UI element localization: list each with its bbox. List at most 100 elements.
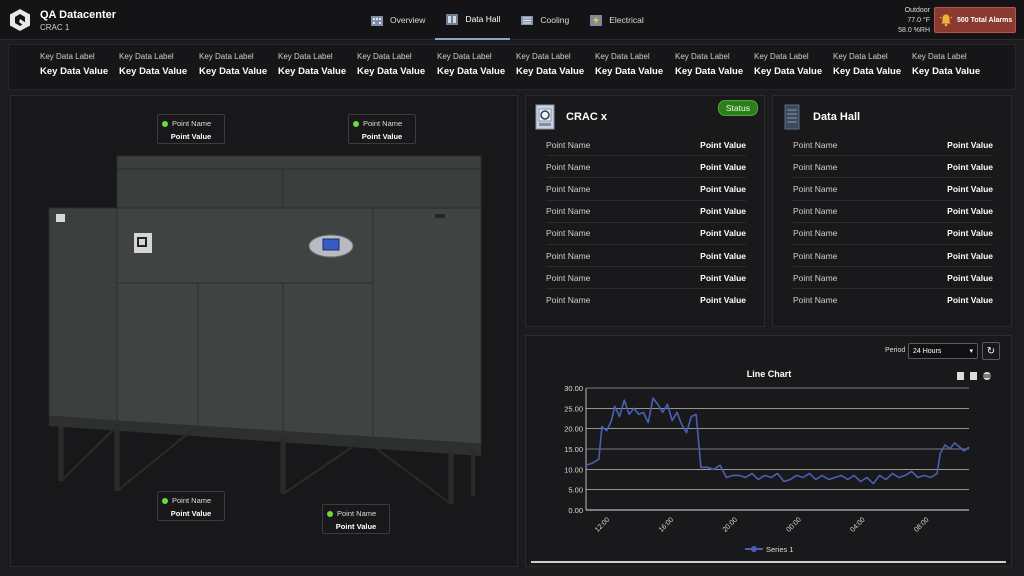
list-item: Point Name Point Value: [546, 134, 746, 157]
alarm-bell-icon: [939, 14, 953, 27]
kpi-item: Key Data Label Key Data Value: [278, 52, 356, 77]
crac-card-title: CRAC x: [566, 111, 607, 123]
callout-point-name: Point Name: [172, 119, 212, 128]
tab-cooling-label: Cooling: [540, 15, 570, 25]
crac-unit-illustration: [48, 155, 482, 505]
x-tick-label: 12:00: [594, 516, 611, 533]
point-name: Point Name: [793, 206, 838, 217]
point-value: Point Value: [700, 139, 746, 150]
y-tick-label: 25.00: [564, 404, 583, 413]
point-value: Point Value: [700, 183, 746, 194]
callout-point-value: Point Value: [170, 132, 212, 141]
y-tick-label: 15.00: [564, 445, 583, 454]
tab-cooling[interactable]: Cooling: [510, 0, 579, 40]
chart-title: Line Chart: [747, 369, 792, 379]
point-name: Point Name: [793, 250, 838, 261]
kpi-value: Key Data Value: [119, 66, 188, 77]
data-hall-point-list: Point Name Point Value Point Name Point Va…: [793, 134, 993, 312]
point-value: Point Value: [700, 295, 746, 306]
kpi-value: Key Data Value: [437, 66, 506, 77]
outdoor-weather: Outdoor 77.0 °F 58.0 %RH: [898, 6, 930, 36]
list-item: Point Name Point Value: [793, 178, 993, 201]
tab-electrical-label: Electrical: [609, 15, 644, 25]
callout-point-value: Point Value: [170, 509, 212, 518]
kpi-label: Key Data Label: [833, 52, 888, 61]
list-item: Point Name Point Value: [793, 134, 993, 157]
point-callout[interactable]: Point Name Point Value: [157, 114, 225, 144]
point-value: Point Value: [947, 139, 993, 150]
kpi-value: Key Data Value: [675, 66, 744, 77]
point-name: Point Name: [546, 295, 591, 306]
point-name: Point Name: [546, 139, 591, 150]
point-value: Point Value: [700, 161, 746, 172]
export-icon[interactable]: [970, 372, 977, 380]
data-hall-card-header: Data Hall: [781, 102, 860, 132]
list-item: Point Name Point Value: [546, 289, 746, 311]
point-name: Point Name: [546, 206, 591, 217]
line-chart: Line Chart 0.00 5.00 10.00 15.00 20.00 25.00 3…: [564, 369, 991, 554]
kpi-value: Key Data Value: [833, 66, 902, 77]
kpi-value: Key Data Value: [278, 66, 347, 77]
point-name: Point Name: [793, 139, 838, 150]
period-label: Period: [885, 347, 906, 354]
point-name: Point Name: [793, 183, 838, 194]
kpi-item: Key Data Label Key Data Value: [357, 52, 435, 77]
crac-point-list: Point Name Point Value Point Name Point Va…: [546, 134, 746, 312]
period-select[interactable]: 24 Hours ▾: [908, 343, 978, 359]
total-alarms-label: 500 Total Alarms: [957, 16, 1013, 24]
tab-data-hall[interactable]: Data Hall: [435, 0, 511, 40]
point-name: Point Name: [546, 161, 591, 172]
callout-point-name: Point Name: [172, 496, 212, 505]
kpi-item: Key Data Label Key Data Value: [516, 52, 594, 77]
point-value: Point Value: [947, 161, 993, 172]
list-item: Point Name Point Value: [793, 245, 993, 268]
point-value: Point Value: [947, 272, 993, 283]
point-name: Point Name: [793, 295, 838, 306]
refresh-button[interactable]: ↻: [982, 342, 1000, 360]
kpi-item: Key Data Label Key Data Value: [199, 52, 277, 77]
weather-label: Outdoor: [904, 7, 930, 14]
kpi-label: Key Data Label: [278, 52, 333, 61]
electrical-icon: [590, 15, 603, 26]
chart-toolbar: [957, 372, 991, 380]
list-item: Point Name Point Value: [793, 267, 993, 290]
total-alarms-button[interactable]: 500 Total Alarms: [934, 7, 1016, 33]
point-callout[interactable]: Point Name Point Value: [348, 114, 416, 144]
kpi-label: Key Data Label: [516, 52, 571, 61]
tab-overview-label: Overview: [390, 15, 426, 25]
kpi-value: Key Data Value: [516, 66, 585, 77]
control-display: [322, 238, 340, 251]
top-header: QA Datacenter CRAC 1 Overview Data Hall …: [0, 0, 1024, 40]
callout-point-name: Point Name: [337, 509, 377, 518]
crac-card: CRAC x Status Point Name Point Value Poin…: [525, 95, 765, 327]
company-logo-icon[interactable]: [8, 8, 32, 32]
kpi-label: Key Data Label: [199, 52, 254, 61]
list-item: Point Name Point Value: [793, 201, 993, 223]
point-value: Point Value: [947, 228, 993, 239]
kpi-value: Key Data Value: [357, 66, 426, 77]
outdoor-temperature: 77.0 °F: [907, 17, 930, 24]
menu-icon[interactable]: [983, 372, 991, 380]
list-item: Point Name Point Value: [546, 201, 746, 223]
point-name: Point Name: [546, 228, 591, 239]
kpi-label: Key Data Label: [754, 52, 809, 61]
tab-electrical[interactable]: Electrical: [579, 0, 653, 40]
point-callout[interactable]: Point Name Point Value: [322, 504, 390, 534]
kpi-label: Key Data Label: [119, 52, 174, 61]
point-value: Point Value: [700, 272, 746, 283]
kpi-item: Key Data Label Key Data Value: [754, 52, 832, 77]
crac-card-header: CRAC x: [534, 102, 607, 132]
point-value: Point Value: [700, 228, 746, 239]
main-nav: Overview Data Hall Cooling Electrical: [360, 0, 654, 40]
download-icon[interactable]: [957, 372, 964, 380]
list-item: Point Name Point Value: [546, 245, 746, 268]
kpi-value: Key Data Value: [595, 66, 664, 77]
list-item: Point Name Point Value: [546, 223, 746, 245]
point-callout[interactable]: Point Name Point Value: [157, 491, 225, 521]
kpi-item: Key Data Label Key Data Value: [675, 52, 753, 77]
key-data-strip: Key Data Label Key Data Value Key Data La…: [8, 44, 1016, 90]
label-plate: [56, 214, 65, 222]
chart-legend[interactable]: Series 1: [745, 545, 794, 554]
tab-overview[interactable]: Overview: [360, 0, 435, 40]
site-title: QA Datacenter: [40, 9, 117, 21]
